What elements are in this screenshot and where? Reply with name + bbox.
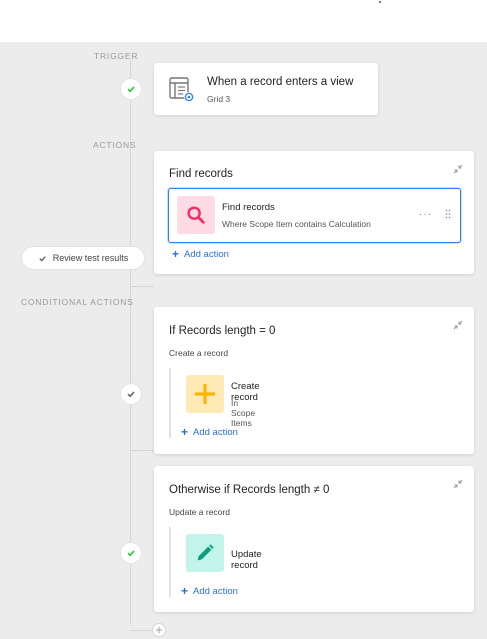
plus-icon	[195, 384, 215, 404]
section-label-actions: ACTIONS	[93, 140, 137, 150]
section-label-trigger: TRIGGER	[94, 51, 139, 61]
check-icon	[127, 391, 135, 398]
add-step-button[interactable]	[153, 624, 165, 636]
table-view-icon	[169, 77, 194, 102]
plus-icon: +	[181, 584, 189, 598]
action-title: Update record	[231, 549, 262, 571]
trigger-status-node	[121, 79, 141, 99]
plus-icon: +	[172, 247, 180, 261]
plus-icon	[155, 626, 163, 634]
top-bar	[0, 0, 487, 42]
plus-icon: +	[181, 425, 189, 439]
more-options-icon[interactable]: ···	[419, 209, 432, 220]
create-record-icon-tile	[186, 375, 224, 413]
add-action-button[interactable]: + Add action	[181, 584, 238, 598]
find-records-icon-tile	[177, 196, 215, 234]
condition-title: If Records length = 0	[169, 325, 276, 337]
indicator-dot	[379, 1, 381, 3]
condition-subtitle: Update a record	[169, 507, 230, 517]
check-icon	[39, 255, 46, 261]
check-icon	[127, 86, 135, 93]
pencil-icon	[197, 544, 214, 561]
end-connector	[130, 630, 152, 631]
condition-actions-group: Update record	[169, 527, 262, 597]
action-subtitle: Where Scope Item contains Calculation	[222, 219, 371, 229]
automation-canvas: TRIGGER ACTIONS CONDITIONAL ACTIONS When…	[0, 42, 487, 639]
drag-handle-icon[interactable]	[445, 209, 451, 219]
check-icon	[127, 550, 135, 557]
condition-status-node	[121, 543, 141, 563]
condition-actions-group: Create record In Scope Items	[169, 368, 260, 438]
trigger-card[interactable]: When a record enters a view Grid 3	[154, 63, 378, 115]
condition-title: Otherwise if Records length ≠ 0	[169, 484, 330, 496]
search-icon	[187, 206, 205, 224]
condition-card-2[interactable]: Otherwise if Records length ≠ 0 Update a…	[154, 466, 474, 612]
action-title: Find records	[222, 202, 275, 213]
card-title: Find records	[169, 168, 233, 180]
trigger-title: When a record enters a view	[207, 76, 354, 88]
add-action-label: Add action	[184, 249, 229, 260]
section-label-conditional: CONDITIONAL ACTIONS	[21, 297, 134, 307]
review-button-label: Review test results	[52, 253, 129, 263]
branch-connector	[130, 286, 154, 287]
find-records-action[interactable]: Find records Where Scope Item contains C…	[168, 188, 461, 243]
update-record-icon-tile	[186, 534, 224, 572]
condition-subtitle: Create a record	[169, 348, 229, 358]
collapse-icon[interactable]	[452, 478, 464, 490]
trigger-subtitle: Grid 3	[207, 94, 231, 104]
collapse-icon[interactable]	[452, 163, 464, 175]
condition-status-node	[121, 384, 141, 404]
add-action-button[interactable]: + Add action	[181, 425, 238, 439]
condition-card-1[interactable]: If Records length = 0 Create a record Cr…	[154, 307, 474, 454]
add-action-button[interactable]: + Add action	[172, 247, 229, 261]
review-test-results-button[interactable]: Review test results	[22, 247, 144, 269]
branch-connector	[130, 450, 154, 451]
find-records-card[interactable]: Find records Find records Where Scope It…	[154, 151, 474, 274]
add-action-label: Add action	[193, 586, 238, 597]
action-subtitle: In Scope Items	[231, 398, 256, 428]
add-action-label: Add action	[193, 427, 238, 438]
collapse-icon[interactable]	[452, 319, 464, 331]
